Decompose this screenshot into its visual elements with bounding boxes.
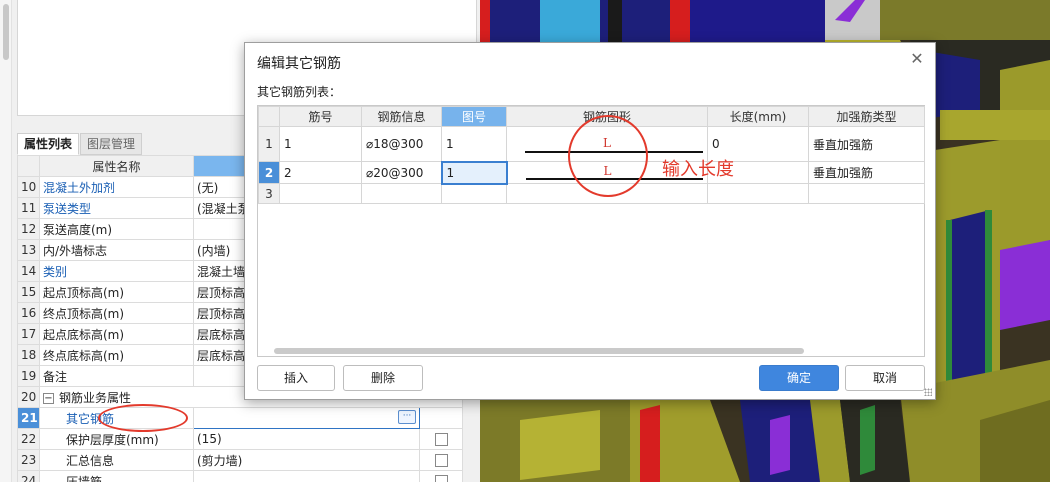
figure-no-cell[interactable]: [441, 183, 507, 204]
row-number: 12: [17, 218, 40, 240]
dialog-title: 编辑其它钢筋: [257, 56, 341, 72]
table-row[interactable]: 23 汇总信息 (剪力墙): [17, 449, 463, 471]
scrollbar-thumb[interactable]: [3, 4, 9, 60]
header-figure-no: 图号: [441, 106, 507, 127]
row-number: 14: [17, 260, 40, 282]
checkbox-cell: [419, 407, 463, 429]
header-bar-no: 筋号: [279, 106, 362, 127]
row-number: 11: [17, 197, 40, 219]
row-number: 15: [17, 281, 40, 303]
tab-layer-management[interactable]: 图层管理: [80, 133, 143, 155]
property-name: 终点底标高(m): [39, 344, 194, 366]
checkbox-cell: [419, 449, 463, 471]
property-name: 类别: [39, 260, 194, 282]
annotation-circle-property: [98, 404, 188, 432]
row-number: 23: [17, 449, 40, 471]
row-number: 21: [17, 407, 40, 429]
annotation-circle-shape: [568, 115, 648, 197]
checkbox-cell: [419, 428, 463, 450]
ok-button[interactable]: 确定: [759, 365, 839, 391]
tab-property-list[interactable]: 属性列表: [17, 133, 80, 155]
property-name: 保护层厚度(mm): [39, 428, 194, 450]
delete-button[interactable]: 删除: [343, 365, 423, 391]
property-name: 泵送类型: [39, 197, 194, 219]
annotation-text: 输入长度: [662, 159, 734, 180]
insert-button[interactable]: 插入: [257, 365, 335, 391]
property-name: 压墙筋: [39, 470, 194, 482]
group-label: 钢筋业务属性: [59, 390, 132, 405]
property-name: 起点顶标高(m): [39, 281, 194, 303]
header-reinforcement-type: 加强筋类型: [808, 106, 925, 127]
property-name: 备注: [39, 365, 194, 387]
length-cell[interactable]: [707, 183, 809, 204]
rebar-list-label: 其它钢筋列表：: [257, 85, 342, 99]
reinforcement-type-cell[interactable]: 垂直加强筋: [808, 126, 925, 162]
property-value[interactable]: (剪力墙): [193, 449, 420, 471]
row-number: 3: [258, 183, 280, 204]
add-checkbox[interactable]: [434, 454, 448, 467]
property-value-editor[interactable]: ···: [193, 407, 420, 429]
bar-no-cell[interactable]: [279, 183, 362, 204]
row-number: 2: [258, 161, 280, 184]
table-row[interactable]: 24 压墙筋: [17, 470, 463, 482]
cancel-button[interactable]: 取消: [845, 365, 925, 391]
row-number: 1: [258, 126, 280, 162]
row-number: 10: [17, 176, 40, 198]
row-number: 16: [17, 302, 40, 324]
property-value[interactable]: (15): [193, 428, 420, 450]
row-number: 18: [17, 344, 40, 366]
table-row-selected[interactable]: 21 其它钢筋 ···: [17, 407, 463, 429]
properties-tabs: 属性列表 图层管理: [17, 133, 143, 155]
figure-no-editor[interactable]: 1: [440, 160, 508, 185]
row-number: 22: [17, 428, 40, 450]
property-value[interactable]: [193, 470, 420, 482]
reinforcement-type-cell[interactable]: [808, 183, 925, 204]
add-checkbox[interactable]: [434, 475, 448, 482]
row-number: 24: [17, 470, 40, 482]
rebar-info-cell[interactable]: ⌀18@300: [361, 126, 442, 162]
bar-no-cell[interactable]: 1: [279, 126, 362, 162]
header-property-name: 属性名称: [39, 155, 194, 177]
reinforcement-type-cell[interactable]: 垂直加强筋: [808, 161, 925, 184]
checkbox-cell: [419, 470, 463, 482]
property-name: 起点底标高(m): [39, 323, 194, 345]
rebar-info-cell[interactable]: [361, 183, 442, 204]
row-number: 19: [17, 365, 40, 387]
resize-grip-icon[interactable]: [924, 388, 932, 396]
collapse-icon[interactable]: −: [43, 392, 54, 404]
close-icon[interactable]: ✕: [909, 51, 925, 67]
header-num: [17, 155, 40, 177]
rebar-info-cell[interactable]: ⌀20@300: [361, 161, 442, 184]
header-rebar-info: 钢筋信息: [361, 106, 442, 127]
property-name: 泵送高度(m): [39, 218, 194, 240]
row-number: 17: [17, 323, 40, 345]
table-row[interactable]: 22 保护层厚度(mm) (15): [17, 428, 463, 450]
bar-no-cell[interactable]: 2: [279, 161, 362, 184]
horizontal-scrollbar[interactable]: [274, 348, 804, 354]
header-row-num: [258, 106, 280, 127]
property-name: 混凝土外加剂: [39, 176, 194, 198]
edit-other-rebar-dialog: 编辑其它钢筋 ✕ 其它钢筋列表： 筋号 钢筋信息 图号 钢筋图形 长度(mm) …: [244, 42, 936, 400]
row-number: 20: [17, 386, 40, 408]
property-name: 内/外墙标志: [39, 239, 194, 261]
add-checkbox[interactable]: [434, 433, 448, 446]
header-length: 长度(mm): [707, 106, 809, 127]
property-name: 汇总信息: [39, 449, 194, 471]
figure-no-cell[interactable]: 1: [441, 126, 507, 162]
property-name: 终点顶标高(m): [39, 302, 194, 324]
vertical-scrollbar[interactable]: [0, 0, 12, 482]
row-number: 13: [17, 239, 40, 261]
ellipsis-button[interactable]: ···: [398, 410, 416, 424]
